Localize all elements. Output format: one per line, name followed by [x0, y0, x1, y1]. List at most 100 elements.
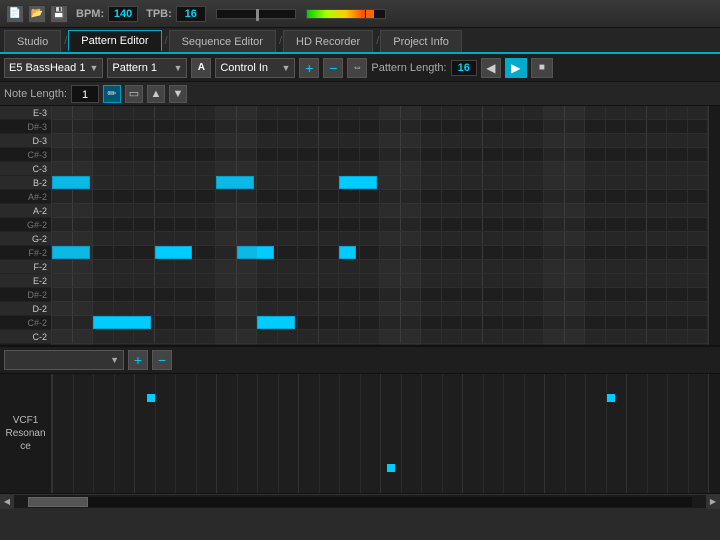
grid-cell[interactable] — [257, 274, 278, 287]
grid-cell[interactable] — [155, 302, 176, 315]
grid-cell[interactable] — [360, 288, 381, 301]
grid-cell[interactable] — [298, 330, 319, 343]
pencil-tool[interactable]: ✏ — [103, 85, 121, 103]
piano-key-G-2[interactable]: G-2 — [0, 232, 51, 246]
grid-cell[interactable] — [421, 288, 442, 301]
grid-cell[interactable] — [442, 106, 463, 119]
grid-cell[interactable] — [319, 288, 340, 301]
grid-cell[interactable] — [134, 330, 155, 343]
grid-cell[interactable] — [196, 148, 217, 161]
grid-cell[interactable] — [524, 260, 545, 273]
automation-vertical-scrollbar[interactable] — [708, 374, 720, 493]
grid-cell[interactable] — [421, 204, 442, 217]
grid-cell[interactable] — [647, 302, 668, 315]
grid-cell[interactable] — [93, 148, 114, 161]
grid-cell[interactable] — [626, 246, 647, 259]
control-dropdown[interactable]: Control In ▼ — [215, 58, 295, 78]
note-mode-btn[interactable]: A — [191, 58, 211, 78]
grid-cell[interactable] — [360, 246, 381, 259]
grid-cell[interactable] — [647, 190, 668, 203]
grid-cell[interactable] — [196, 246, 217, 259]
grid-cell[interactable] — [339, 302, 360, 315]
grid-cell[interactable] — [257, 288, 278, 301]
grid-cell[interactable] — [114, 204, 135, 217]
grid-cell[interactable] — [483, 176, 504, 189]
grid-cell[interactable] — [585, 134, 606, 147]
grid-cell[interactable] — [442, 134, 463, 147]
grid-cell[interactable] — [524, 120, 545, 133]
grid-cell[interactable] — [360, 260, 381, 273]
grid-cell[interactable] — [524, 274, 545, 287]
grid-cell[interactable] — [606, 106, 627, 119]
grid-cell[interactable] — [319, 134, 340, 147]
grid-cell[interactable] — [688, 162, 709, 175]
grid-cell[interactable] — [626, 316, 647, 329]
grid-cell[interactable] — [319, 302, 340, 315]
instrument-dropdown[interactable]: E5 BassHead 1 ▼ — [4, 58, 103, 78]
grid-cell[interactable] — [647, 260, 668, 273]
grid-cell[interactable] — [319, 162, 340, 175]
grid-cell[interactable] — [503, 274, 524, 287]
grid-cell[interactable] — [626, 288, 647, 301]
grid-cell[interactable] — [483, 288, 504, 301]
grid-cell[interactable] — [278, 246, 299, 259]
grid-cell[interactable] — [503, 148, 524, 161]
grid-cell[interactable] — [360, 106, 381, 119]
grid-cell[interactable] — [319, 330, 340, 343]
grid-cell[interactable] — [278, 288, 299, 301]
grid-cell[interactable] — [503, 134, 524, 147]
grid-cell[interactable] — [278, 162, 299, 175]
grid-cell[interactable] — [585, 218, 606, 231]
grid-cell[interactable] — [155, 316, 176, 329]
grid-cell[interactable] — [360, 162, 381, 175]
grid-cell[interactable] — [626, 232, 647, 245]
grid-cell[interactable] — [298, 218, 319, 231]
grid-cell[interactable] — [462, 120, 483, 133]
grid-cell[interactable] — [606, 330, 627, 343]
grid-cell[interactable] — [298, 274, 319, 287]
grid-cell[interactable] — [524, 148, 545, 161]
grid-cell[interactable] — [360, 134, 381, 147]
horizontal-scrollbar[interactable]: ◀ ▶ — [0, 494, 720, 508]
grid-cell[interactable] — [688, 330, 709, 343]
grid-area[interactable] — [52, 106, 708, 345]
grid-cell[interactable] — [134, 134, 155, 147]
grid-cell[interactable] — [278, 106, 299, 119]
grid-cell[interactable] — [421, 218, 442, 231]
grid-cell[interactable] — [626, 260, 647, 273]
grid-cell[interactable] — [114, 190, 135, 203]
grid-cell[interactable] — [667, 302, 688, 315]
grid-cell[interactable] — [462, 302, 483, 315]
grid-cell[interactable] — [360, 274, 381, 287]
grid-cell[interactable] — [503, 316, 524, 329]
save-icon[interactable]: 💾 — [50, 5, 68, 23]
grid-cell[interactable] — [339, 134, 360, 147]
piano-key-E-3[interactable]: E-3 — [0, 106, 51, 120]
grid-cell[interactable] — [462, 218, 483, 231]
remove-auto-btn[interactable]: − — [152, 350, 172, 370]
grid-cell[interactable] — [503, 106, 524, 119]
grid-cell[interactable] — [524, 218, 545, 231]
grid-cell[interactable] — [667, 134, 688, 147]
grid-cell[interactable] — [339, 232, 360, 245]
grid-cell[interactable] — [114, 260, 135, 273]
grid-cell[interactable] — [585, 274, 606, 287]
grid-cell[interactable] — [421, 134, 442, 147]
grid-cell[interactable] — [483, 246, 504, 259]
grid-cell[interactable] — [483, 218, 504, 231]
tpb-value[interactable]: 16 — [176, 6, 206, 22]
grid-cell[interactable] — [114, 302, 135, 315]
grid-cell[interactable] — [257, 218, 278, 231]
grid-cell[interactable] — [319, 260, 340, 273]
new-icon[interactable]: 📄 — [6, 5, 24, 23]
grid-cell[interactable] — [503, 260, 524, 273]
scroll-right-btn[interactable]: ▶ — [706, 495, 720, 509]
down-tool[interactable]: ▼ — [169, 85, 187, 103]
grid-cell[interactable] — [134, 162, 155, 175]
grid-cell[interactable] — [114, 274, 135, 287]
grid-cell[interactable] — [462, 204, 483, 217]
grid-cell[interactable] — [606, 316, 627, 329]
grid-cell[interactable] — [175, 288, 196, 301]
grid-cell[interactable] — [688, 274, 709, 287]
grid-cell[interactable] — [524, 288, 545, 301]
